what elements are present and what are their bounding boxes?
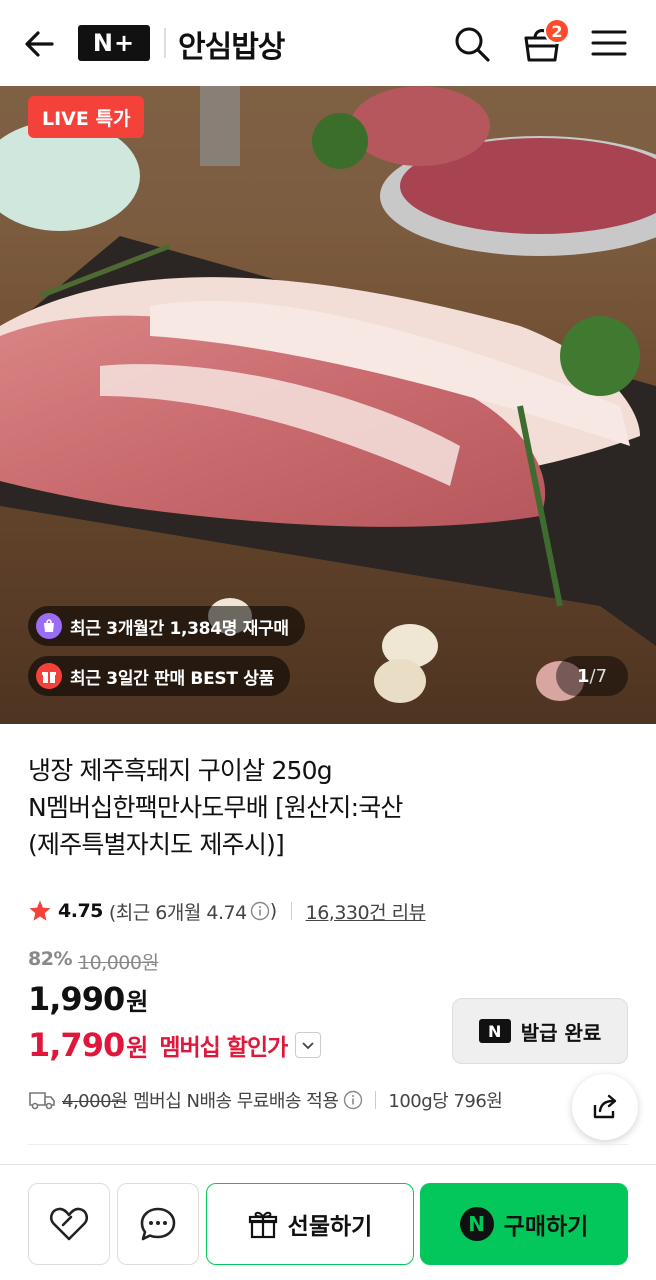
shipping-divider [375, 1091, 377, 1109]
top-header: N+ 안심밥상 2 [0, 0, 656, 86]
shipping-original-fee: 4,000원 [62, 1091, 128, 1112]
best-seller-chip: 최근 3일간 판매 BEST 상품 [28, 656, 290, 696]
repurchase-chip: 최근 3개월간 1,384명 재구매 [28, 606, 305, 646]
cart-count-badge: 2 [544, 18, 570, 44]
rating-recent: (최근 6개월 4.74 [108, 901, 247, 924]
sale-price-value: 1,990 [28, 980, 125, 1018]
gift-button-label: 선물하기 [287, 1214, 373, 1240]
membership-price-label: 멤버십 할인가 [159, 1035, 288, 1061]
sale-price-unit: 원 [126, 988, 148, 1016]
discount-percent: 82% [28, 948, 72, 970]
unit-price: 100g당 796원 [388, 1091, 503, 1112]
hamburger-menu-icon [591, 30, 627, 56]
rating-row: 4.75 (최근 6개월 4.74 ) 16,330건 리뷰 [28, 896, 426, 926]
review-count-link[interactable]: 16,330건 리뷰 [306, 898, 426, 925]
product-title: 냉장 제주흑돼지 구이살 250g N멤버십한팩만사도무배 [원산지:국산 (제… [28, 752, 628, 863]
search-button[interactable] [452, 24, 492, 64]
shipping-row: 4,000원 멤버십 N배송 무료배송 적용 100g당 796원 [28, 1086, 503, 1114]
product-title-line: (제주특별자치도 제주시)] [28, 830, 285, 859]
membership-price-value: 1,790 [28, 1026, 125, 1064]
product-title-line: 냉장 제주흑돼지 구이살 250g [28, 756, 333, 785]
chevron-down-icon [302, 1042, 314, 1050]
bottom-action-bar: 선물하기 N 구매하기 [0, 1164, 656, 1280]
sale-price: 1,990원 [28, 980, 148, 1018]
image-counter-current: 1 [576, 665, 590, 687]
shipping-text: 멤버십 N배송 무료배송 적용 [133, 1091, 339, 1112]
discount-row: 82% 10,000원 [28, 948, 159, 975]
chat-button[interactable] [117, 1183, 199, 1265]
naver-pay-n-icon: N [459, 1207, 494, 1241]
rating-score: 4.75 [58, 900, 103, 922]
buy-button-label: 구매하기 [503, 1214, 589, 1240]
info-icon[interactable] [250, 901, 270, 921]
rating-divider [290, 902, 292, 920]
original-price: 10,000원 [77, 952, 159, 974]
store-name[interactable]: 안심밥상 [178, 22, 285, 66]
membership-price: 1,790 원 멤버십 할인가 [28, 1026, 322, 1064]
image-counter-total: /7 [589, 665, 608, 687]
coupon-issued-button[interactable]: N 발급 완료 [452, 998, 628, 1064]
search-icon [455, 27, 490, 62]
chat-bubble-icon [140, 1207, 176, 1241]
section-divider [28, 1144, 628, 1145]
heart-icon [49, 1207, 89, 1241]
live-sale-badge: LIVE 특가 [28, 96, 145, 138]
naver-n-icon: N [478, 1019, 511, 1043]
image-counter: 1 /7 [556, 656, 628, 696]
repurchase-text: 최근 3개월간 1,384명 재구매 [70, 618, 289, 639]
share-button[interactable] [572, 1074, 638, 1140]
menu-button[interactable] [590, 26, 628, 60]
delivery-truck-icon [29, 1092, 55, 1110]
product-image-carousel[interactable]: LIVE 특가 최근 3개월간 1,384명 재구매 최근 3일간 판매 BES… [0, 86, 656, 724]
product-title-line: N멤버십한팩만사도무배 [원산지:국산 [28, 793, 403, 822]
info-icon[interactable] [343, 1090, 363, 1110]
best-seller-text: 최근 3일간 판매 BEST 상품 [70, 668, 274, 689]
shopping-bag-icon [36, 613, 62, 639]
arrow-left-icon [25, 31, 54, 57]
gift-icon [36, 663, 62, 689]
membership-price-unit: 원 [126, 1033, 148, 1062]
back-button[interactable] [20, 24, 60, 64]
membership-price-expand-button[interactable] [295, 1032, 322, 1058]
coupon-label: 발급 완료 [520, 1020, 602, 1045]
star-icon [29, 900, 51, 921]
rating-recent-close: ) [269, 900, 277, 922]
buy-button[interactable]: N 구매하기 [420, 1183, 628, 1265]
header-divider [164, 28, 166, 58]
naver-plus-logo[interactable]: N+ [78, 25, 150, 61]
wishlist-button[interactable] [28, 1183, 110, 1265]
gift-icon [248, 1211, 277, 1239]
gift-button[interactable]: 선물하기 [206, 1183, 414, 1265]
share-icon [593, 1094, 617, 1119]
